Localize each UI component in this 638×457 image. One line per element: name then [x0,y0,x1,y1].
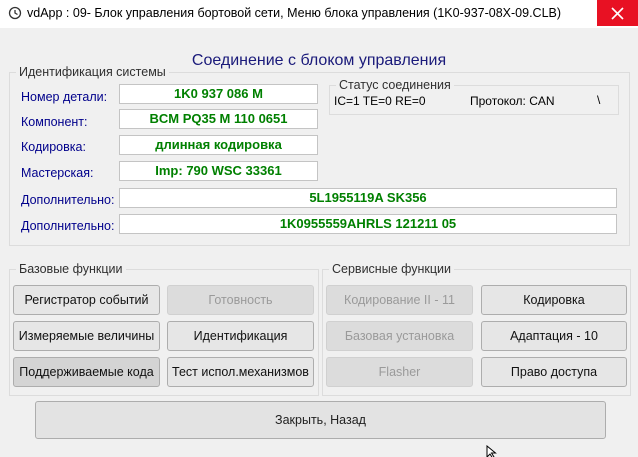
coding-ii-button[interactable]: Кодирование II - 11 [326,285,473,315]
actuator-test-button[interactable]: Тест испол.механизмов [167,357,314,387]
close-back-button[interactable]: Закрыть, Назад [35,401,606,439]
basic-functions-label: Базовые функции [16,262,126,276]
identification-group-label: Идентификация системы [16,65,169,79]
coding-value: длинная кодировка [119,135,318,155]
connection-status-label: Статус соединения [336,78,454,92]
basic-settings-button[interactable]: Базовая установка [326,321,473,351]
dialog-client-area: Соединение с блоком управления Идентифик… [0,28,638,457]
workshop-value: Imp: 790 WSC 33361 [119,161,318,181]
access-rights-button[interactable]: Право доступа [481,357,627,387]
workshop-label: Мастерская: [21,166,94,180]
mouse-cursor-icon [486,445,497,457]
supported-codes-button[interactable]: Поддерживаемые кода [13,357,160,387]
flasher-button[interactable]: Flasher [326,357,473,387]
additional-value-1: 5L1955119A SK356 [119,188,617,208]
event-log-button[interactable]: Регистратор событий [13,285,160,315]
coding-button[interactable]: Кодировка [481,285,627,315]
close-icon [611,7,624,20]
additional-value-2: 1K0955559AHRLS 121211 05 [119,214,617,234]
measured-values-button[interactable]: Измеряемые величины [13,321,160,351]
part-number-label: Номер детали: [21,90,108,104]
activity-spinner: \ [597,93,601,107]
component-value: BCM PQ35 M 110 0651 [119,109,318,129]
window-close-button[interactable] [597,0,638,26]
coding-label: Кодировка: [21,140,86,154]
window-title: vdApp : 09- Блок управления бортовой сет… [27,6,562,20]
identification-button[interactable]: Идентификация [167,321,314,351]
adaptation-button[interactable]: Адаптация - 10 [481,321,627,351]
readiness-button[interactable]: Готовность [167,285,314,315]
part-number-value: 1K0 937 086 M [119,84,318,104]
protocol-text: Протокол: CAN [470,94,555,108]
service-functions-label: Сервисные функции [329,262,455,276]
title-bar: vdApp : 09- Блок управления бортовой сет… [0,0,638,28]
app-icon [8,6,22,20]
additional-label-2: Дополнительно: [21,219,115,233]
connection-status-counters: IC=1 TE=0 RE=0 [334,94,426,108]
component-label: Компонент: [21,115,88,129]
additional-label-1: Дополнительно: [21,193,115,207]
